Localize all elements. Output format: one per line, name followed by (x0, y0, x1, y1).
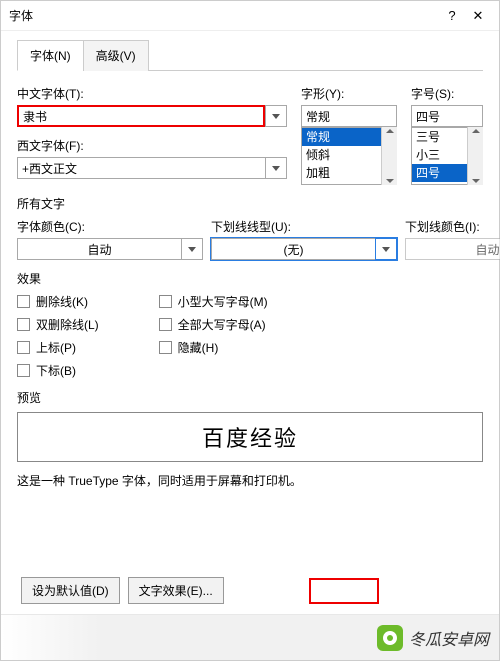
underline-color-combo[interactable] (405, 238, 500, 260)
underline-color-value (405, 238, 500, 260)
cn-font-label: 中文字体(T): (17, 85, 287, 102)
underline-style-combo[interactable] (211, 238, 397, 260)
help-button[interactable]: ? (439, 8, 465, 23)
tab-strip: 字体(N) 高级(V) (17, 39, 483, 71)
set-default-button[interactable]: 设为默认值(D) (21, 577, 120, 604)
checkbox-smallcaps[interactable]: 小型大写字母(M) (159, 293, 268, 310)
checkbox-superscript[interactable]: 上标(P) (17, 339, 99, 356)
style-listbox[interactable]: 常规倾斜加粗 (301, 127, 381, 185)
size-input[interactable] (411, 105, 483, 127)
button-bar: 设为默认值(D) 文字效果(E)... (21, 577, 479, 604)
font-dialog: 字体 ? ✕ 字体(N) 高级(V) 中文字体(T): 西文字体(F): (0, 0, 500, 661)
underline-style-value (211, 238, 375, 260)
checkbox-allcaps[interactable]: 全部大写字母(A) (159, 316, 268, 333)
checkbox-label: 全部大写字母(A) (178, 316, 266, 333)
font-color-label: 字体颜色(C): (17, 218, 203, 235)
effects-group: 删除线(K) 双删除线(L) 上标(P) 下标(B) 小型大写字母(M) 全部大写字母(… (17, 293, 483, 379)
font-color-value (17, 238, 181, 260)
style-label: 字形(Y): (301, 85, 397, 102)
checkbox-label: 删除线(K) (36, 293, 88, 310)
style-option[interactable]: 常规 (302, 128, 381, 146)
ok-button-highlight[interactable] (309, 578, 379, 604)
style-option[interactable]: 倾斜 (302, 146, 381, 164)
font-description: 这是一种 TrueType 字体，同时适用于屏幕和打印机。 (17, 472, 483, 489)
west-font-combo[interactable] (17, 157, 287, 179)
underline-style-label: 下划线线型(U): (211, 218, 397, 235)
titlebar: 字体 ? ✕ (1, 1, 499, 31)
checkbox-label: 双删除线(L) (36, 316, 99, 333)
west-font-input[interactable] (17, 157, 265, 179)
chevron-down-icon[interactable] (265, 157, 287, 179)
checkbox-box-icon (159, 295, 172, 308)
scrollbar[interactable] (381, 127, 397, 185)
text-effects-button[interactable]: 文字效果(E)... (128, 577, 224, 604)
checkbox-label: 隐藏(H) (178, 339, 219, 356)
all-text-label: 所有文字 (17, 195, 483, 212)
size-option[interactable]: 小三 (412, 146, 467, 164)
chevron-down-icon[interactable] (265, 105, 287, 127)
style-input[interactable] (301, 105, 397, 127)
checkbox-box-icon (17, 341, 30, 354)
size-option[interactable]: 四号 (412, 164, 467, 182)
cn-font-input[interactable] (17, 105, 265, 127)
size-label: 字号(S): (411, 85, 483, 102)
checkbox-box-icon (17, 295, 30, 308)
scrollbar[interactable] (467, 127, 483, 185)
window-title: 字体 (9, 7, 439, 24)
underline-color-label: 下划线颜色(I): (405, 218, 500, 235)
tab-advanced[interactable]: 高级(V) (83, 40, 149, 71)
watermark: 冬瓜安卓网 (1, 614, 499, 660)
chevron-down-icon[interactable] (375, 238, 397, 260)
watermark-text: 冬瓜安卓网 (409, 626, 489, 650)
dialog-body: 字体(N) 高级(V) 中文字体(T): 西文字体(F): 字形(Y): (1, 31, 499, 509)
west-font-label: 西文字体(F): (17, 137, 287, 154)
checkbox-dbl-strike[interactable]: 双删除线(L) (17, 316, 99, 333)
checkbox-label: 下标(B) (36, 362, 76, 379)
font-color-combo[interactable] (17, 238, 203, 260)
checkbox-box-icon (17, 364, 30, 377)
checkbox-box-icon (17, 318, 30, 331)
preview-box: 百度经验 (17, 412, 483, 462)
tab-font[interactable]: 字体(N) (17, 40, 84, 71)
checkbox-strike[interactable]: 删除线(K) (17, 293, 99, 310)
checkbox-hidden[interactable]: 隐藏(H) (159, 339, 268, 356)
cn-font-combo[interactable] (17, 105, 287, 127)
preview-label: 预览 (17, 389, 483, 406)
chevron-down-icon[interactable] (181, 238, 203, 260)
watermark-logo-icon (377, 625, 403, 651)
checkbox-subscript[interactable]: 下标(B) (17, 362, 99, 379)
size-option[interactable]: 三号 (412, 128, 467, 146)
checkbox-label: 小型大写字母(M) (178, 293, 268, 310)
checkbox-label: 上标(P) (36, 339, 76, 356)
checkbox-box-icon (159, 318, 172, 331)
size-listbox[interactable]: 三号小三四号 (411, 127, 467, 185)
style-option[interactable]: 加粗 (302, 164, 381, 182)
checkbox-box-icon (159, 341, 172, 354)
close-button[interactable]: ✕ (465, 8, 491, 24)
effects-label: 效果 (17, 270, 483, 287)
